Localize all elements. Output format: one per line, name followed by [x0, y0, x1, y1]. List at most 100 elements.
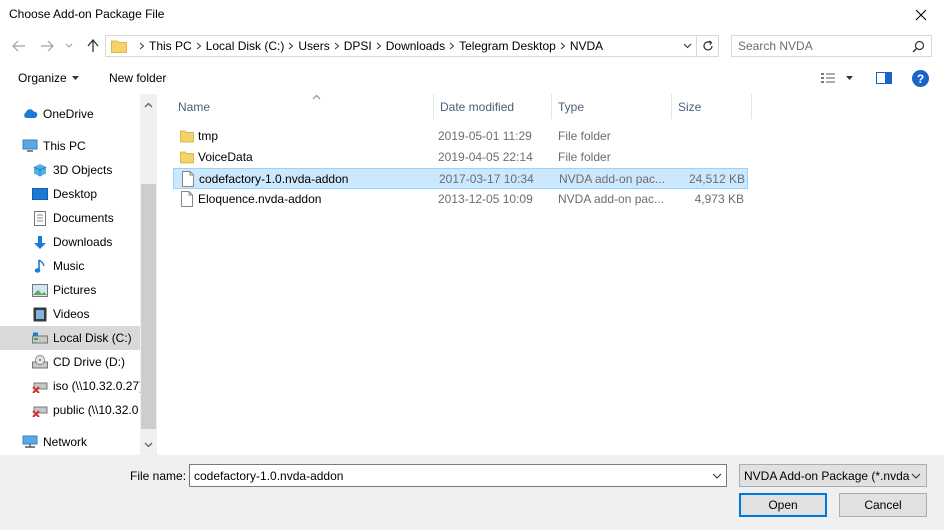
open-button[interactable]: Open [739, 493, 827, 517]
breadcrumb-users[interactable]: Users [298, 39, 329, 53]
chevron-up-icon [144, 102, 153, 107]
nav-item-label: 3D Objects [53, 163, 113, 177]
cube-icon [32, 162, 48, 178]
address-bar[interactable]: This PC Local Disk (C:) Users DPSI Downl… [105, 35, 697, 57]
breadcrumb-local-disk[interactable]: Local Disk (C:) [206, 39, 285, 53]
breadcrumb-separator[interactable] [330, 35, 344, 57]
chevron-right-icon [560, 42, 566, 50]
refresh-icon [702, 40, 713, 51]
film-icon [32, 306, 48, 322]
back-button[interactable] [9, 36, 29, 56]
desktop-icon [32, 186, 48, 202]
breadcrumb-downloads[interactable]: Downloads [386, 39, 445, 53]
close-button[interactable] [898, 0, 944, 30]
breadcrumb-nvda[interactable]: NVDA [570, 39, 603, 53]
file-row-eloquence[interactable]: Eloquence.nvda-addon 2013-12-05 10:09 NV… [173, 189, 748, 210]
nav-item-local-disk[interactable]: Local Disk (C:) [0, 326, 140, 350]
change-view-button[interactable] [820, 71, 853, 85]
column-header-name[interactable]: Name [172, 94, 434, 119]
breadcrumb-separator[interactable] [556, 35, 570, 57]
nav-item-downloads[interactable]: Downloads [0, 230, 140, 254]
breadcrumb-separator[interactable] [372, 35, 386, 57]
search-input[interactable] [738, 39, 908, 53]
refresh-button[interactable] [697, 35, 719, 57]
file-name: tmp [198, 129, 219, 143]
recent-locations-button[interactable] [62, 36, 76, 56]
nav-item-videos[interactable]: Videos [0, 302, 140, 326]
column-header-label: Date modified [440, 99, 515, 114]
nav-item-network[interactable]: Network [0, 430, 140, 454]
nav-item-3d-objects[interactable]: 3D Objects [0, 158, 140, 182]
file-date: 2017-03-17 10:34 [439, 172, 534, 186]
breadcrumb-dpsi[interactable]: DPSI [344, 39, 372, 53]
address-history-dropdown[interactable] [678, 36, 696, 56]
file-name-label: File name: [130, 469, 187, 483]
scroll-down-button[interactable] [140, 436, 157, 453]
nav-item-music[interactable]: Music [0, 254, 140, 278]
file-name-input[interactable] [194, 468, 694, 483]
nav-item-documents[interactable]: Documents [0, 206, 140, 230]
chevron-right-icon [289, 42, 294, 50]
search-icon[interactable] [912, 40, 925, 53]
breadcrumb-separator[interactable] [445, 35, 459, 57]
nav-item-label: Music [53, 259, 85, 273]
nav-item-pictures[interactable]: Pictures [0, 278, 140, 302]
nav-item-label: Pictures [53, 283, 97, 297]
file-name: codefactory-1.0.nvda-addon [199, 172, 349, 186]
file-type-filter-select[interactable]: NVDA Add-on Package (*.nvda [739, 464, 927, 487]
chevron-right-icon [196, 42, 201, 50]
breadcrumb-telegram-desktop[interactable]: Telegram Desktop [459, 39, 556, 53]
nav-item-onedrive[interactable]: OneDrive [0, 102, 140, 126]
disconnected-network-drive-icon [32, 402, 48, 418]
caret-down-icon [71, 76, 79, 80]
column-header-size[interactable]: Size [672, 94, 752, 119]
nav-item-public-share[interactable]: public (\\10.32.0 [0, 398, 140, 422]
chevron-down-icon[interactable] [710, 468, 724, 483]
organize-button[interactable]: Organize [18, 71, 79, 85]
address-row: This PC Local Disk (C:) Users DPSI Downl… [0, 30, 944, 62]
up-button[interactable] [83, 36, 103, 56]
scroll-up-button[interactable] [140, 96, 157, 113]
back-arrow-icon [12, 40, 25, 52]
breadcrumb-this-pc[interactable]: This PC [149, 39, 192, 53]
nav-item-desktop[interactable]: Desktop [0, 182, 140, 206]
up-arrow-icon [87, 39, 99, 52]
nav-pane-scrollbar[interactable] [140, 94, 157, 455]
file-type: File folder [558, 129, 611, 143]
music-note-icon [32, 258, 48, 274]
file-list[interactable]: Name Date modified Type Size tmp 2019-05… [158, 94, 944, 455]
column-header-date-modified[interactable]: Date modified [434, 94, 552, 119]
file-size: 4,973 KB [694, 192, 744, 206]
breadcrumb-separator[interactable] [284, 35, 298, 57]
window-title: Choose Add-on Package File [9, 7, 165, 21]
nav-item-this-pc[interactable]: This PC [0, 134, 140, 158]
picture-icon [32, 282, 48, 298]
file-icon [181, 191, 193, 207]
nav-item-cd-drive[interactable]: CD Drive (D:) [0, 350, 140, 374]
file-row-codefactory[interactable]: codefactory-1.0.nvda-addon 2017-03-17 10… [173, 168, 748, 189]
folder-icon [111, 39, 127, 53]
help-button[interactable]: ? [912, 70, 929, 87]
search-box[interactable] [731, 35, 932, 57]
download-arrow-icon [32, 234, 48, 250]
navigation-pane[interactable]: OneDrive This PC 3D Objects Desktop Docu… [0, 94, 158, 455]
preview-pane-button[interactable] [876, 71, 892, 88]
scrollbar-thumb[interactable] [141, 184, 156, 429]
file-name-combobox[interactable] [189, 464, 727, 487]
new-folder-button[interactable]: New folder [109, 71, 166, 85]
nav-item-iso-share[interactable]: iso (\\10.32.0.27) [0, 374, 140, 398]
forward-button[interactable] [37, 36, 57, 56]
file-type: NVDA add-on pac... [559, 172, 666, 186]
file-row-voicedata[interactable]: VoiceData 2019-04-05 22:14 File folder [173, 147, 748, 168]
file-type: NVDA add-on pac... [558, 192, 665, 206]
file-date: 2019-05-01 11:29 [438, 129, 532, 143]
caret-down-icon [846, 76, 853, 80]
nav-item-label: public (\\10.32.0 [53, 403, 139, 417]
organize-label: Organize [18, 71, 67, 85]
breadcrumb-separator[interactable] [135, 35, 149, 57]
file-row-tmp[interactable]: tmp 2019-05-01 11:29 File folder [173, 126, 748, 147]
column-header-type[interactable]: Type [552, 94, 672, 119]
cancel-button[interactable]: Cancel [839, 493, 927, 517]
cd-drive-icon [32, 354, 48, 370]
breadcrumb-separator[interactable] [192, 35, 206, 57]
